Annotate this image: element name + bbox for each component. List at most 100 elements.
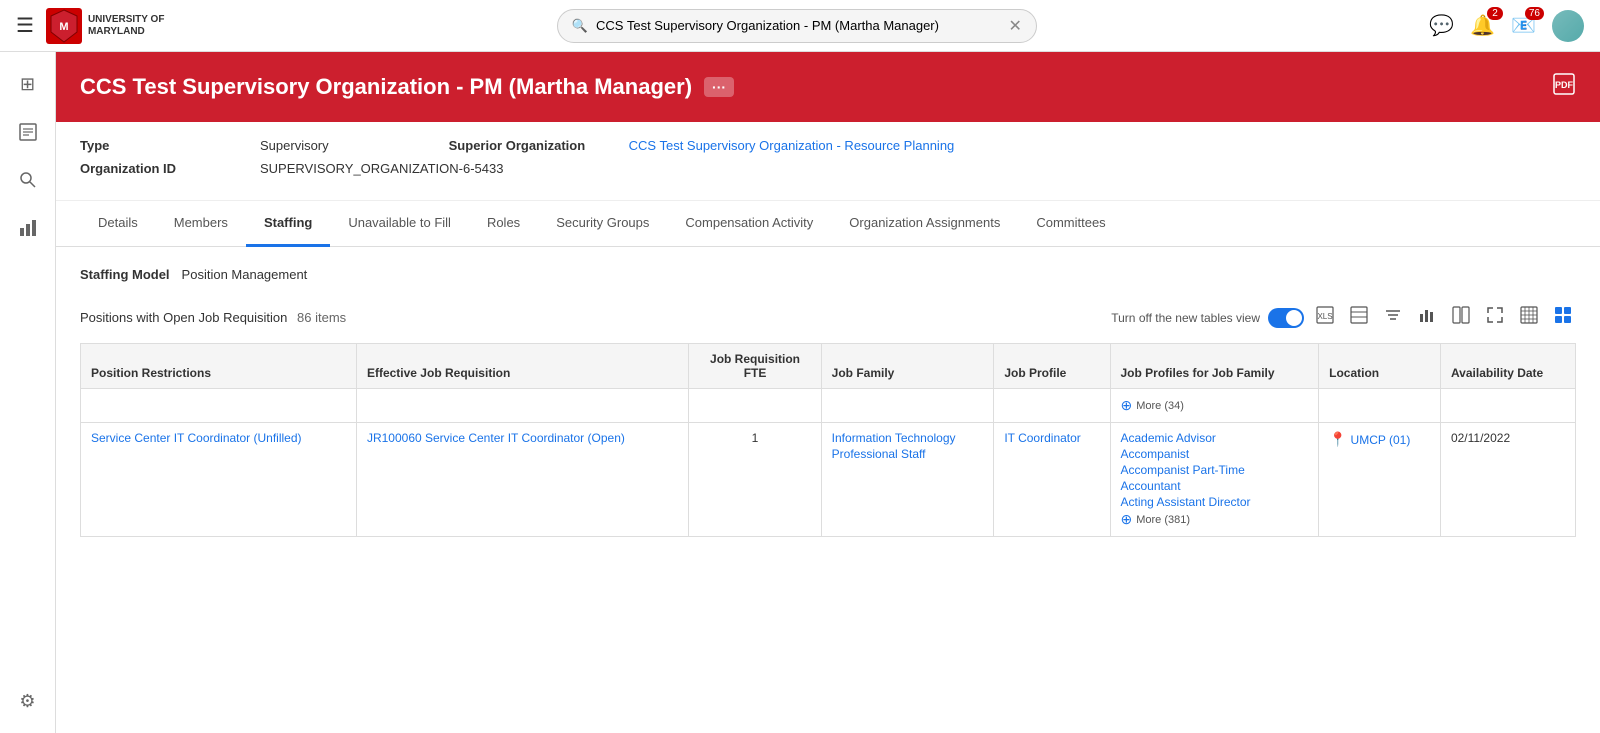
new-tables-toggle[interactable]: [1268, 308, 1304, 328]
more-381-badge[interactable]: ⊕ More (381): [1121, 511, 1191, 528]
table-scroll-container[interactable]: Position Restrictions Effective Job Requ…: [80, 343, 1576, 537]
superior-org-link[interactable]: CCS Test Supervisory Organization - Reso…: [629, 138, 955, 153]
location-link[interactable]: UMCP (01): [1351, 433, 1411, 447]
tab-details[interactable]: Details: [80, 201, 156, 247]
svg-text:XLS: XLS: [1317, 312, 1332, 321]
staffing-model-value: Position Management: [182, 267, 308, 282]
tab-roles[interactable]: Roles: [469, 201, 538, 247]
cell-empty-1: [81, 389, 357, 423]
job-profile-accompanist-pt[interactable]: Accompanist Part-Time: [1121, 463, 1309, 477]
export-excel-icon[interactable]: XLS: [1312, 302, 1338, 333]
cell-empty-6: [1319, 389, 1441, 423]
more-381-icon: ⊕: [1121, 511, 1133, 528]
cell-empty-3: [689, 389, 821, 423]
mail-icon[interactable]: 📧 76: [1511, 13, 1536, 38]
table-row-more-34: ⊕ More (34): [81, 389, 1576, 423]
location-cell: 📍 UMCP (01): [1329, 431, 1430, 448]
info-row-orgid: Organization ID SUPERVISORY_ORGANIZATION…: [80, 161, 1576, 176]
sidebar-item-settings[interactable]: ⚙: [8, 681, 48, 721]
table-header-row: Positions with Open Job Requisition 86 i…: [80, 302, 1576, 333]
search-clear-icon[interactable]: ✕: [1008, 16, 1021, 36]
col-header-position-restrictions: Position Restrictions: [81, 344, 357, 389]
job-profile-acting-asst[interactable]: Acting Assistant Director: [1121, 495, 1309, 509]
sidebar: ⊞ ⚙: [0, 52, 56, 733]
svg-text:M: M: [59, 21, 68, 33]
cell-empty-7: [1440, 389, 1575, 423]
col-header-job-profile: Job Profile: [994, 344, 1110, 389]
table-view-icon[interactable]: [1346, 302, 1372, 333]
tab-members[interactable]: Members: [156, 201, 246, 247]
more-381-label: More (381): [1136, 514, 1190, 526]
filter-icon[interactable]: [1380, 302, 1406, 333]
positions-table: Position Restrictions Effective Job Requ…: [80, 343, 1576, 537]
nav-icons: 💬 🔔 2 📧 76: [1429, 10, 1584, 42]
pdf-icon[interactable]: PDF: [1552, 72, 1576, 102]
cell-job-profiles-family: Academic Advisor Accompanist Accompanist…: [1110, 423, 1319, 537]
header-more-button[interactable]: ···: [704, 77, 734, 97]
type-value: Supervisory: [260, 138, 329, 153]
col-header-availability-date: Availability Date: [1440, 344, 1575, 389]
job-family-link-2[interactable]: Professional Staff: [832, 447, 984, 461]
job-profile-academic[interactable]: Academic Advisor: [1121, 431, 1309, 445]
page-title: CCS Test Supervisory Organization - PM (…: [80, 74, 692, 100]
sidebar-item-analytics[interactable]: [8, 208, 48, 248]
job-family-link-1[interactable]: Information Technology: [832, 431, 984, 445]
table-count: 86 items: [297, 310, 346, 325]
col-header-fte: Job RequisitionFTE: [689, 344, 821, 389]
org-id-value: SUPERVISORY_ORGANIZATION-6-5433: [260, 161, 503, 176]
staffing-content: Staffing Model Position Management Posit…: [56, 247, 1600, 557]
tab-security-groups[interactable]: Security Groups: [538, 201, 667, 247]
cell-empty-5: [994, 389, 1110, 423]
search-icon: 🔍: [572, 18, 588, 34]
toggle-label: Turn off the new tables view: [1111, 311, 1260, 325]
tab-compensation[interactable]: Compensation Activity: [667, 201, 831, 247]
list-view-icon[interactable]: [1516, 302, 1542, 333]
search-input[interactable]: [596, 18, 1000, 33]
position-restriction-link[interactable]: Service Center IT Coordinator (Unfilled): [91, 431, 346, 445]
header-title-area: CCS Test Supervisory Organization - PM (…: [80, 74, 734, 100]
table-title-area: Positions with Open Job Requisition 86 i…: [80, 310, 346, 325]
column-options-icon[interactable]: [1448, 302, 1474, 333]
notifications-icon[interactable]: 🔔 2: [1470, 13, 1495, 38]
mail-badge: 76: [1525, 7, 1544, 20]
hamburger-icon[interactable]: ☰: [16, 13, 34, 38]
more-34-badge[interactable]: ⊕ More (34): [1121, 397, 1184, 414]
cell-job-family: Information Technology Professional Staf…: [821, 423, 994, 537]
chat-icon[interactable]: 💬: [1429, 13, 1454, 38]
col-header-job-profiles-family: Job Profiles for Job Family: [1110, 344, 1319, 389]
tab-org-assignments[interactable]: Organization Assignments: [831, 201, 1018, 247]
job-profile-link[interactable]: IT Coordinator: [1004, 431, 1099, 445]
chart-view-icon[interactable]: [1414, 302, 1440, 333]
cell-availability-date: 02/11/2022: [1440, 423, 1575, 537]
cell-effective-job-req: JR100060 Service Center IT Coordinator (…: [356, 423, 688, 537]
cell-empty-2: [356, 389, 688, 423]
table-row: Service Center IT Coordinator (Unfilled)…: [81, 423, 1576, 537]
tab-unavailable[interactable]: Unavailable to Fill: [330, 201, 469, 247]
sidebar-item-search[interactable]: [8, 160, 48, 200]
tabs: Details Members Staffing Unavailable to …: [56, 201, 1600, 247]
info-row-type: Type Supervisory Superior Organization C…: [80, 138, 1576, 153]
tab-committees[interactable]: Committees: [1018, 201, 1123, 247]
job-profile-accountant[interactable]: Accountant: [1121, 479, 1309, 493]
org-id-label: Organization ID: [80, 161, 220, 176]
job-profile-accompanist[interactable]: Accompanist: [1121, 447, 1309, 461]
staffing-model-row: Staffing Model Position Management: [80, 267, 1576, 282]
table-header-row-tr: Position Restrictions Effective Job Requ…: [81, 344, 1576, 389]
avatar[interactable]: [1552, 10, 1584, 42]
grid-view-icon[interactable]: [1550, 302, 1576, 333]
staffing-model-label: Staffing Model: [80, 267, 170, 282]
more-34-label: More (34): [1136, 400, 1184, 412]
logo-text: UNIVERSITY OF MARYLAND: [88, 14, 165, 38]
sidebar-item-dashboard[interactable]: ⊞: [8, 64, 48, 104]
sidebar-item-reports[interactable]: [8, 112, 48, 152]
tab-staffing[interactable]: Staffing: [246, 201, 330, 247]
cell-job-profiles-more-34: ⊕ More (34): [1110, 389, 1319, 423]
expand-icon[interactable]: [1482, 302, 1508, 333]
table-title: Positions with Open Job Requisition: [80, 310, 287, 325]
top-nav: ☰ M UNIVERSITY OF MARYLAND 🔍 ✕ 💬 🔔 2 📧 7…: [0, 0, 1600, 52]
superior-org-label: Superior Organization: [449, 138, 589, 153]
cell-position-restriction: Service Center IT Coordinator (Unfilled): [81, 423, 357, 537]
effective-job-req-link[interactable]: JR100060 Service Center IT Coordinator (…: [367, 431, 678, 445]
table-controls: Turn off the new tables view XLS: [1111, 302, 1576, 333]
main-content: CCS Test Supervisory Organization - PM (…: [56, 52, 1600, 733]
